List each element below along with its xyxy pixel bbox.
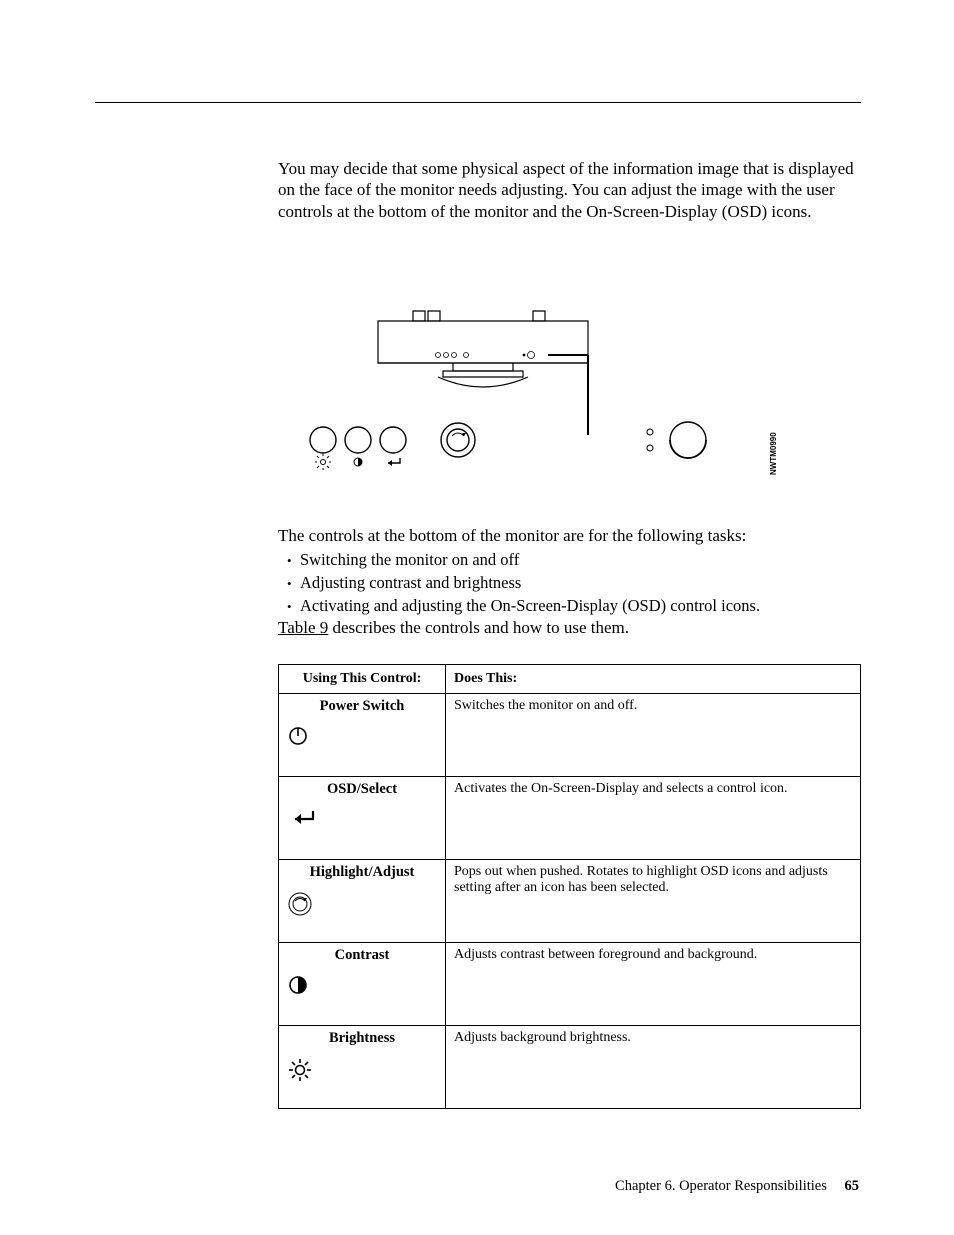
control-cell-power: Power Switch <box>279 694 446 777</box>
contrast-icon <box>287 974 437 996</box>
control-desc: Adjusts contrast between foreground and … <box>446 943 861 1026</box>
list-item: Activating and adjusting the On-Screen-D… <box>298 596 861 617</box>
control-label: OSD/Select <box>287 781 437 798</box>
monitor-controls-table: Using This Control: Does This: Power Swi… <box>278 664 861 1109</box>
control-label: Power Switch <box>287 698 437 715</box>
control-label: Contrast <box>287 947 437 964</box>
rotate-knob-icon <box>287 891 437 917</box>
intro-paragraph: You may decide that some physical aspect… <box>278 158 861 222</box>
control-cell-contrast: Contrast <box>279 943 446 1026</box>
footer-page-number: 65 <box>845 1178 860 1194</box>
table-ref-text: describes the controls and how to use th… <box>328 618 629 637</box>
table-row: Contrast Adjusts contrast between foregr… <box>279 943 861 1026</box>
control-desc: Activates the On-Screen-Display and sele… <box>446 777 861 860</box>
table-row: Power Switch Switches the monitor on and… <box>279 694 861 777</box>
col-header-control: Using This Control: <box>279 665 446 694</box>
control-label: Highlight/Adjust <box>287 864 437 881</box>
table-header-row: Using This Control: Does This: <box>279 665 861 694</box>
monitor-controls-figure: NWTM0990 <box>278 305 778 485</box>
header-rule <box>95 102 861 103</box>
table-row: OSD/Select Activates the On-Screen-Displ… <box>279 777 861 860</box>
controls-tasks-block: The controls at the bottom of the monito… <box>278 525 861 618</box>
brightness-icon <box>287 1057 437 1083</box>
control-desc: Adjusts background brightness. <box>446 1026 861 1109</box>
footer-chapter-text: Chapter 6. Operator Responsibilities <box>615 1178 827 1194</box>
document-page: You may decide that some physical aspect… <box>0 0 954 1235</box>
power-icon <box>287 725 437 747</box>
table-row: Brightness Adjusts background brightness… <box>279 1026 861 1109</box>
list-item: Switching the monitor on and off <box>298 550 861 571</box>
control-desc: Pops out when pushed. Rotates to highlig… <box>446 860 861 943</box>
controls-intro-text: The controls at the bottom of the monito… <box>278 526 746 545</box>
page-footer: Chapter 6. Operator Responsibilities 65 <box>615 1178 859 1195</box>
table-9-link[interactable]: Table 9 <box>278 618 328 637</box>
control-cell-osd: OSD/Select <box>279 777 446 860</box>
controls-tasks-list: Switching the monitor on and off Adjusti… <box>278 550 861 616</box>
control-desc: Switches the monitor on and off. <box>446 694 861 777</box>
enter-icon <box>287 808 437 828</box>
figure-id-label: NWTM0990 <box>769 415 778 475</box>
table-row: Highlight/Adjust Pops out when pushed. R… <box>279 860 861 943</box>
table-reference-line: Table 9 describes the controls and how t… <box>278 617 861 638</box>
control-label: Brightness <box>287 1030 437 1047</box>
col-header-does: Does This: <box>446 665 861 694</box>
list-item: Adjusting contrast and brightness <box>298 573 861 594</box>
control-cell-brightness: Brightness <box>279 1026 446 1109</box>
monitor-svg <box>278 305 778 485</box>
control-cell-highlight: Highlight/Adjust <box>279 860 446 943</box>
